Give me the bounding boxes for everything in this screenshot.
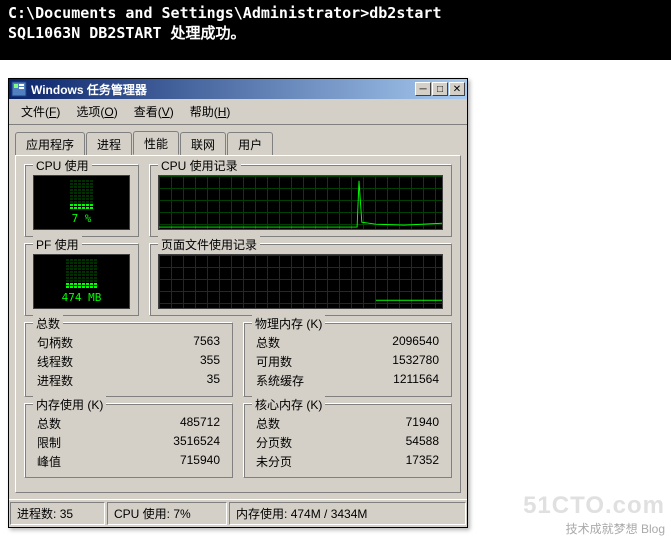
pf-usage-title: PF 使用 (33, 236, 82, 253)
physmem-cache-value: 1211564 (393, 372, 439, 389)
menu-options[interactable]: 选项(O) (68, 101, 125, 122)
physmem-avail-value: 1532780 (392, 353, 439, 370)
pf-usage-value: 474 MB (62, 291, 102, 304)
watermark-tagline: 技术成就梦想 Blog (523, 520, 665, 537)
tab-users[interactable]: 用户 (227, 132, 273, 156)
titlebar[interactable]: Windows 任务管理器 ─ □ ✕ (9, 79, 467, 99)
processes-value: 35 (207, 372, 220, 389)
pf-usage-meter: 474 MB (33, 254, 130, 309)
physmem-title: 物理内存 (K) (252, 315, 325, 332)
tab-networking[interactable]: 联网 (180, 132, 226, 156)
pf-history-title: 页面文件使用记录 (158, 236, 260, 253)
tab-processes[interactable]: 进程 (86, 132, 132, 156)
terminal-line-1: C:\Documents and Settings\Administrator>… (8, 4, 663, 24)
commit-total-label: 总数 (37, 415, 61, 432)
minimize-button[interactable]: ─ (415, 82, 431, 96)
cpu-usage-meter: 7 % (33, 175, 130, 230)
commit-limit-value: 3516524 (173, 434, 220, 451)
kernel-paged-label: 分页数 (256, 434, 292, 451)
commit-group: 内存使用 (K) 总数485712 限制3516524 峰值715940 (24, 403, 233, 478)
cpu-usage-title: CPU 使用 (33, 157, 92, 174)
commit-peak-label: 峰值 (37, 453, 61, 470)
menu-view[interactable]: 查看(V) (126, 101, 182, 122)
processes-label: 进程数 (37, 372, 73, 389)
cpu-history-group: CPU 使用记录 (149, 164, 452, 237)
commit-peak-value: 715940 (180, 453, 220, 470)
totals-group: 总数 句柄数7563 线程数355 进程数35 (24, 322, 233, 397)
threads-label: 线程数 (37, 353, 73, 370)
tabstrip: 应用程序 进程 性能 联网 用户 (15, 131, 461, 155)
tab-applications[interactable]: 应用程序 (15, 132, 85, 156)
window-title: Windows 任务管理器 (31, 81, 415, 98)
handles-label: 句柄数 (37, 334, 73, 351)
close-button[interactable]: ✕ (449, 82, 465, 96)
task-manager-window: Windows 任务管理器 ─ □ ✕ 文件(F) 选项(O) 查看(V) 帮助… (8, 78, 468, 528)
terminal-output: C:\Documents and Settings\Administrator>… (0, 0, 671, 60)
pf-history-group: 页面文件使用记录 (149, 243, 452, 316)
physmem-total-value: 2096540 (392, 334, 439, 351)
commit-title: 内存使用 (K) (33, 396, 106, 413)
pf-history-graph (158, 254, 443, 309)
kernel-paged-value: 54588 (406, 434, 439, 451)
cpu-history-graph (158, 175, 443, 230)
cpu-usage-group: CPU 使用 7 % (24, 164, 139, 237)
menubar: 文件(F) 选项(O) 查看(V) 帮助(H) (9, 99, 467, 125)
physmem-avail-label: 可用数 (256, 353, 292, 370)
status-cpu: CPU 使用: 7% (107, 502, 227, 525)
menu-file[interactable]: 文件(F) (13, 101, 68, 122)
watermark-brand: 51CTO.com (523, 492, 665, 520)
kernel-nonpaged-label: 未分页 (256, 453, 292, 470)
terminal-line-2: SQL1063N DB2START 处理成功。 (8, 24, 663, 44)
app-icon (11, 81, 27, 97)
physmem-group: 物理内存 (K) 总数2096540 可用数1532780 系统缓存121156… (243, 322, 452, 397)
physmem-cache-label: 系统缓存 (256, 372, 304, 389)
kernel-total-value: 71940 (406, 415, 439, 432)
threads-value: 355 (200, 353, 220, 370)
commit-limit-label: 限制 (37, 434, 61, 451)
commit-total-value: 485712 (180, 415, 220, 432)
menu-help[interactable]: 帮助(H) (182, 101, 239, 122)
maximize-button[interactable]: □ (432, 82, 448, 96)
kernel-nonpaged-value: 17352 (406, 453, 439, 470)
statusbar: 进程数: 35 CPU 使用: 7% 内存使用: 474M / 3434M (9, 499, 467, 527)
kernel-group: 核心内存 (K) 总数71940 分页数54588 未分页17352 (243, 403, 452, 478)
tab-performance[interactable]: 性能 (133, 131, 179, 155)
kernel-title: 核心内存 (K) (252, 396, 325, 413)
performance-panel: CPU 使用 7 % (15, 155, 461, 493)
cpu-usage-value: 7 % (72, 212, 92, 225)
status-memory: 内存使用: 474M / 3434M (229, 502, 466, 525)
pf-usage-group: PF 使用 474 MB (24, 243, 139, 316)
watermark: 51CTO.com 技术成就梦想 Blog (523, 492, 665, 537)
cpu-history-title: CPU 使用记录 (158, 157, 241, 174)
handles-value: 7563 (193, 334, 220, 351)
physmem-total-label: 总数 (256, 334, 280, 351)
totals-title: 总数 (33, 315, 63, 332)
kernel-total-label: 总数 (256, 415, 280, 432)
status-processes: 进程数: 35 (10, 502, 105, 525)
